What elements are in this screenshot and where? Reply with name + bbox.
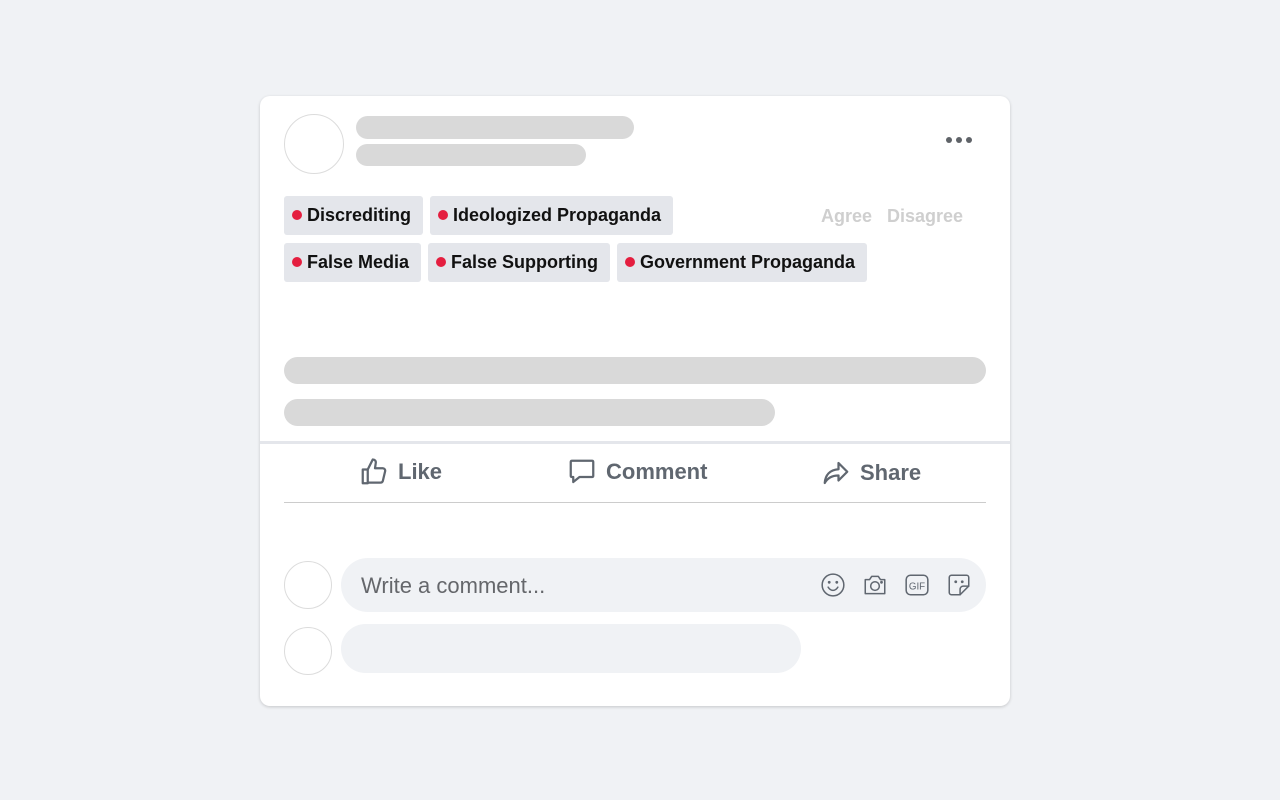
divider (284, 502, 986, 503)
sticker-icon[interactable] (946, 572, 972, 598)
camera-icon[interactable] (862, 572, 888, 598)
share-button[interactable]: Share (821, 453, 921, 493)
tag-dot (625, 256, 635, 267)
share-arrow-icon (823, 461, 849, 485)
gif-icon[interactable]: GIF (904, 572, 930, 598)
thumbs-up-icon (361, 458, 387, 485)
share-label: Share (860, 460, 922, 485)
comment-input[interactable] (359, 558, 803, 614)
more-options-button[interactable] (946, 132, 972, 148)
more-dot (966, 137, 972, 143)
tag-dot (292, 256, 302, 267)
post-meta-placeholder (356, 144, 586, 166)
tag-false-media[interactable]: False Media (284, 243, 421, 282)
author-name-placeholder (356, 116, 634, 139)
like-label: Like (398, 459, 443, 484)
tag-label: Government Propaganda (640, 252, 856, 272)
tag-discrediting[interactable]: Discrediting (284, 196, 423, 235)
disagree-button[interactable]: Disagree (887, 206, 963, 227)
tag-label: Ideologized Propaganda (453, 205, 662, 225)
comment-label: Comment (606, 459, 708, 484)
tag-government-propaganda[interactable]: Government Propaganda (617, 243, 867, 282)
tag-dot (438, 209, 448, 220)
post-card: Discrediting Ideologized Propaganda Fals… (260, 96, 1010, 706)
tag-dot (292, 209, 302, 220)
comment-button[interactable]: Comment (567, 452, 707, 492)
tag-ideologized-propaganda[interactable]: Ideologized Propaganda (430, 196, 673, 235)
like-button[interactable]: Like (359, 452, 442, 492)
tag-label: False Supporting (451, 252, 599, 272)
smiley-icon[interactable] (820, 572, 846, 598)
svg-text:GIF: GIF (909, 581, 925, 592)
more-dot (946, 137, 952, 143)
tag-label: Discrediting (307, 205, 412, 225)
post-text-placeholder (284, 357, 986, 384)
speech-bubble-icon (569, 459, 595, 484)
more-dot (956, 137, 962, 143)
reply-avatar (284, 627, 332, 675)
comment-composer: GIF (341, 558, 986, 614)
tag-false-supporting[interactable]: False Supporting (428, 243, 610, 282)
tag-dot (436, 256, 446, 267)
comment-placeholder (341, 624, 801, 673)
author-avatar[interactable] (284, 114, 344, 174)
divider (260, 441, 1010, 444)
agree-button[interactable]: Agree (821, 206, 872, 227)
tag-label: False Media (307, 252, 410, 272)
commenter-avatar[interactable] (284, 561, 332, 609)
post-text-placeholder (284, 399, 775, 426)
